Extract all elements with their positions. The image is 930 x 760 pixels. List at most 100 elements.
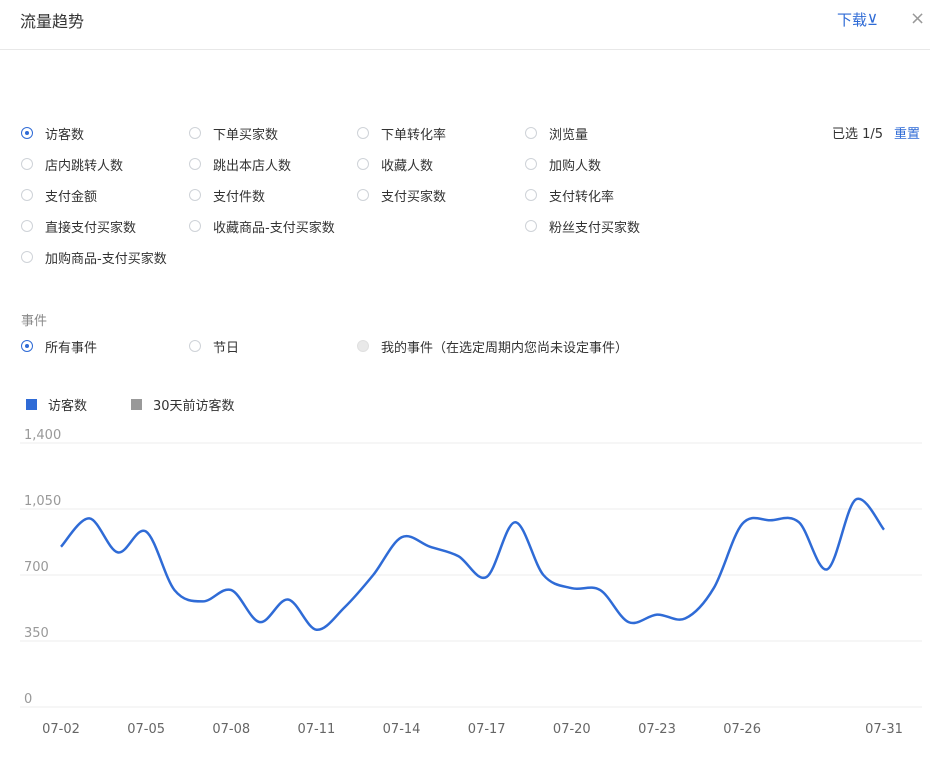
data-point[interactable]	[677, 610, 693, 626]
data-point[interactable]	[819, 561, 835, 577]
data-point[interactable]	[706, 580, 722, 596]
legend-swatch	[131, 399, 142, 410]
radio-icon[interactable]	[21, 251, 33, 263]
data-point[interactable]	[81, 510, 97, 526]
radio-option[interactable]: 收藏人数	[357, 155, 434, 174]
data-point[interactable]	[223, 582, 239, 598]
reset-button[interactable]: 重置	[894, 123, 920, 142]
data-point[interactable]	[308, 622, 324, 638]
x-tick-label: 07-26	[723, 722, 761, 737]
data-point[interactable]	[762, 512, 778, 528]
data-point[interactable]	[138, 524, 154, 540]
radio-option-label: 跳出本店人数	[213, 158, 292, 174]
data-point[interactable]	[848, 492, 864, 508]
x-tick-label: 07-17	[468, 722, 506, 737]
radio-icon[interactable]	[21, 340, 33, 352]
x-tick-label: 07-08	[212, 722, 250, 737]
radio-option[interactable]: 收藏商品-支付买家数	[189, 217, 335, 236]
radio-icon[interactable]	[357, 158, 369, 170]
data-point[interactable]	[479, 569, 495, 585]
radio-option-label: 加购人数	[549, 158, 602, 174]
radio-option[interactable]: 支付转化率	[525, 186, 615, 205]
radio-icon[interactable]	[357, 189, 369, 201]
radio-option-label: 粉丝支付买家数	[549, 220, 641, 236]
radio-option-label: 支付转化率	[549, 189, 615, 205]
radio-icon[interactable]	[21, 127, 33, 139]
radio-option[interactable]: 跳出本店人数	[189, 155, 292, 174]
radio-icon[interactable]	[21, 158, 33, 170]
radio-option[interactable]: 加购商品-支付买家数	[21, 248, 167, 267]
y-tick-label: 0	[24, 692, 32, 707]
radio-icon[interactable]	[189, 189, 201, 201]
series-line	[60, 497, 885, 631]
x-tick-label: 07-02	[42, 722, 80, 737]
radio-option-label: 收藏人数	[381, 158, 434, 174]
data-point[interactable]	[422, 539, 438, 555]
data-point[interactable]	[564, 580, 580, 596]
x-tick-label: 07-20	[553, 722, 591, 737]
radio-icon[interactable]	[21, 220, 33, 232]
data-point[interactable]	[337, 599, 353, 615]
radio-icon[interactable]	[525, 189, 537, 201]
radio-option-label: 收藏商品-支付买家数	[213, 220, 335, 236]
download-button[interactable]: 下载⊻	[837, 9, 878, 30]
radio-option-label: 访客数	[45, 127, 85, 143]
data-point[interactable]	[450, 548, 466, 564]
x-tick-label: 07-05	[127, 722, 165, 737]
radio-icon	[357, 340, 369, 352]
radio-option: 我的事件（在选定周期内您尚未设定事件）	[357, 337, 629, 356]
radio-option-label: 下单买家数	[213, 127, 279, 143]
data-point[interactable]	[592, 582, 608, 598]
data-point[interactable]	[507, 514, 523, 530]
data-point[interactable]	[195, 593, 211, 609]
radio-icon[interactable]	[525, 220, 537, 232]
radio-option[interactable]: 粉丝支付买家数	[525, 217, 641, 236]
radio-option[interactable]: 所有事件	[21, 337, 98, 356]
data-point[interactable]	[734, 516, 750, 532]
selected-count: 已选 1/5	[832, 127, 884, 142]
y-tick-label: 1,400	[24, 428, 61, 443]
radio-option-label: 节日	[213, 340, 240, 356]
legend-label: 访客数	[48, 399, 88, 414]
data-point[interactable]	[365, 567, 381, 583]
radio-icon[interactable]	[189, 340, 201, 352]
data-point[interactable]	[876, 522, 892, 538]
data-point[interactable]	[649, 607, 665, 623]
close-icon[interactable]: ×	[910, 8, 925, 29]
radio-icon[interactable]	[525, 158, 537, 170]
radio-icon[interactable]	[21, 189, 33, 201]
radio-option[interactable]: 加购人数	[525, 155, 602, 174]
data-point[interactable]	[280, 592, 296, 608]
data-point[interactable]	[53, 539, 69, 555]
radio-icon[interactable]	[357, 127, 369, 139]
radio-icon[interactable]	[525, 127, 537, 139]
radio-option[interactable]: 节日	[189, 337, 240, 356]
radio-option[interactable]: 支付金额	[21, 186, 97, 205]
legend-swatch	[26, 399, 37, 410]
radio-option[interactable]: 下单买家数	[189, 124, 279, 143]
radio-option-label: 所有事件	[45, 340, 98, 356]
radio-option[interactable]: 直接支付买家数	[21, 217, 136, 236]
radio-option[interactable]: 支付件数	[189, 186, 265, 205]
radio-option[interactable]: 支付买家数	[357, 186, 446, 205]
radio-option[interactable]: 下单转化率	[357, 124, 446, 143]
data-point[interactable]	[394, 529, 410, 545]
legend-item[interactable]: 30天前访客数	[131, 395, 235, 414]
data-point[interactable]	[110, 544, 126, 560]
header: 流量趋势 下载⊻ ×	[0, 0, 930, 50]
radio-icon[interactable]	[189, 127, 201, 139]
data-point[interactable]	[167, 582, 183, 598]
legend-item[interactable]: 访客数	[26, 395, 87, 414]
data-point[interactable]	[791, 514, 807, 530]
y-tick-label: 1,050	[24, 494, 61, 509]
data-point[interactable]	[621, 614, 637, 630]
radio-option[interactable]: 店内跳转人数	[21, 155, 123, 174]
radio-icon[interactable]	[189, 220, 201, 232]
radio-option-label: 我的事件（在选定周期内您尚未设定事件）	[381, 340, 629, 356]
radio-option-label: 浏览量	[549, 127, 589, 143]
data-point[interactable]	[252, 614, 268, 630]
data-point[interactable]	[535, 567, 551, 583]
radio-option[interactable]: 访客数	[21, 124, 85, 143]
radio-icon[interactable]	[189, 158, 201, 170]
radio-option[interactable]: 浏览量	[525, 124, 589, 143]
